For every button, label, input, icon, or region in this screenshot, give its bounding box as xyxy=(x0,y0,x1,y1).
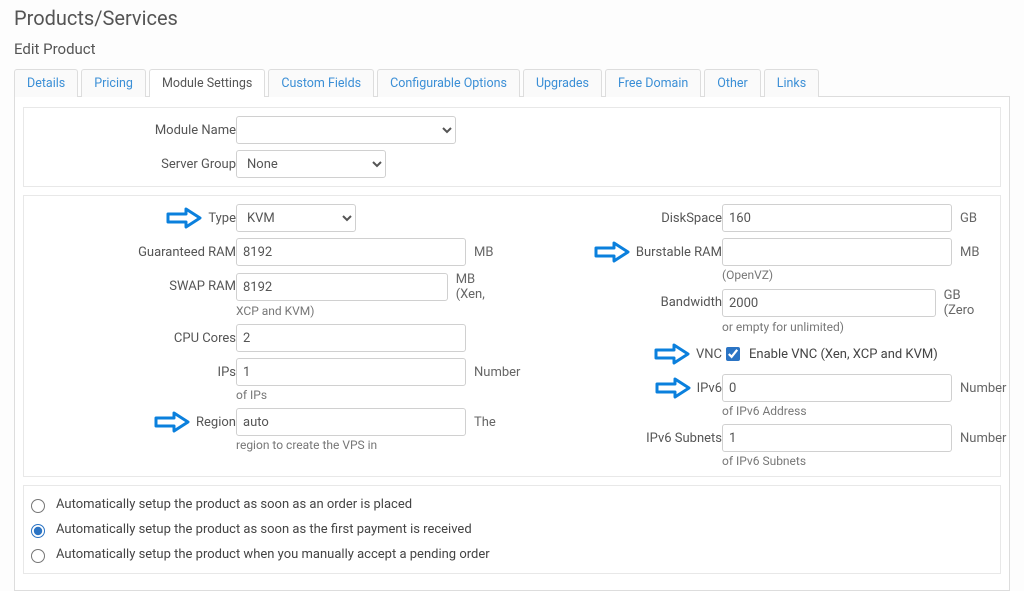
setup-radio-on-order[interactable] xyxy=(31,499,45,513)
region-label: Region xyxy=(196,415,236,430)
tab-pricing[interactable]: Pricing xyxy=(81,69,146,97)
burstable-ram-unit: MB xyxy=(960,245,979,260)
swap-ram-label: SWAP RAM xyxy=(169,279,236,294)
tab-bar: Details Pricing Module Settings Custom F… xyxy=(14,68,1010,97)
diskspace-input[interactable] xyxy=(722,204,952,232)
ipv6-subnets-input[interactable] xyxy=(722,424,952,452)
ipv6-input[interactable] xyxy=(722,374,952,402)
diskspace-label: DiskSpace xyxy=(661,211,722,226)
vnc-checkbox-label[interactable]: Enable VNC (Xen, XCP and KVM) xyxy=(749,347,938,362)
ips-label: IPs xyxy=(218,365,236,380)
ipv6-help: of IPv6 Address xyxy=(722,404,1006,418)
burstable-ram-label: Burstable RAM xyxy=(636,245,722,260)
setup-radio-on-payment[interactable] xyxy=(31,524,45,538)
guaranteed-ram-label: Guaranteed RAM xyxy=(138,245,236,260)
swap-ram-input[interactable] xyxy=(236,273,448,301)
burstable-ram-help: (OpenVZ) xyxy=(722,268,988,282)
swap-ram-unit: MB (Xen, xyxy=(456,272,503,302)
setup-radio-on-accept[interactable] xyxy=(31,549,45,563)
type-label: Type xyxy=(208,211,236,226)
cpu-cores-label: CPU Cores xyxy=(174,331,236,346)
tab-links[interactable]: Links xyxy=(764,69,819,97)
tab-configurable-options[interactable]: Configurable Options xyxy=(377,69,520,97)
module-fields-section: Type KVM Guaranteed RAM MB SWAP RAM xyxy=(23,195,1001,477)
bandwidth-label: Bandwidth xyxy=(661,295,722,310)
ipv6-subnets-help: of IPv6 Subnets xyxy=(722,454,1006,468)
page-subtitle: Edit Product xyxy=(14,40,1010,58)
guaranteed-ram-unit: MB xyxy=(474,245,493,260)
module-name-select[interactable] xyxy=(236,116,456,144)
setup-radio-on-accept-label: Automatically setup the product when you… xyxy=(56,547,490,562)
right-col: DiskSpace GB Burstable RAM MB xyxy=(522,204,988,468)
arrow-right-icon xyxy=(594,241,630,263)
module-settings-panel: Module Name Server Group None Type xyxy=(14,97,1010,591)
diskspace-unit: GB xyxy=(960,211,977,226)
arrow-right-icon xyxy=(166,207,202,229)
region-input[interactable] xyxy=(236,408,466,436)
arrow-right-icon xyxy=(654,343,690,365)
arrow-right-icon xyxy=(655,377,691,399)
ips-input[interactable] xyxy=(236,358,466,386)
ips-help: of IPs xyxy=(236,388,520,402)
tab-other[interactable]: Other xyxy=(704,69,760,97)
tab-details[interactable]: Details xyxy=(14,69,78,97)
region-help: region to create the VPS in xyxy=(236,438,502,452)
tab-custom-fields[interactable]: Custom Fields xyxy=(268,69,374,97)
left-col: Type KVM Guaranteed RAM MB SWAP RAM xyxy=(36,204,502,468)
guaranteed-ram-input[interactable] xyxy=(236,238,466,266)
page-title: Products/Services xyxy=(14,6,1010,30)
region-unit: The xyxy=(474,415,496,430)
server-group-select[interactable]: None xyxy=(236,150,386,178)
tab-free-domain[interactable]: Free Domain xyxy=(605,69,701,97)
ipv6-label: IPv6 xyxy=(697,381,722,396)
tab-module-settings[interactable]: Module Settings xyxy=(149,69,265,97)
tab-upgrades[interactable]: Upgrades xyxy=(523,69,602,97)
vnc-checkbox[interactable] xyxy=(726,347,740,361)
vnc-label: VNC xyxy=(696,347,722,362)
setup-radio-on-payment-label: Automatically setup the product as soon … xyxy=(56,522,472,537)
burstable-ram-input[interactable] xyxy=(722,238,952,266)
arrow-right-icon xyxy=(154,411,190,433)
bandwidth-input[interactable] xyxy=(722,289,936,317)
cpu-cores-input[interactable] xyxy=(236,324,466,352)
swap-ram-help: XCP and KVM) xyxy=(236,304,503,318)
ipv6-subnets-unit: Number xyxy=(960,431,1006,446)
bandwidth-unit: GB (Zero xyxy=(944,288,991,318)
auto-setup-section: Automatically setup the product as soon … xyxy=(23,485,1001,574)
server-group-label: Server Group xyxy=(161,157,236,172)
type-select[interactable]: KVM xyxy=(236,204,356,232)
ipv6-unit: Number xyxy=(960,381,1006,396)
ipv6-subnets-label: IPv6 Subnets xyxy=(646,431,722,446)
ips-unit: Number xyxy=(474,365,520,380)
module-basic-section: Module Name Server Group None xyxy=(23,107,1001,187)
bandwidth-help: or empty for unlimited) xyxy=(722,320,991,334)
module-name-label: Module Name xyxy=(155,123,236,138)
